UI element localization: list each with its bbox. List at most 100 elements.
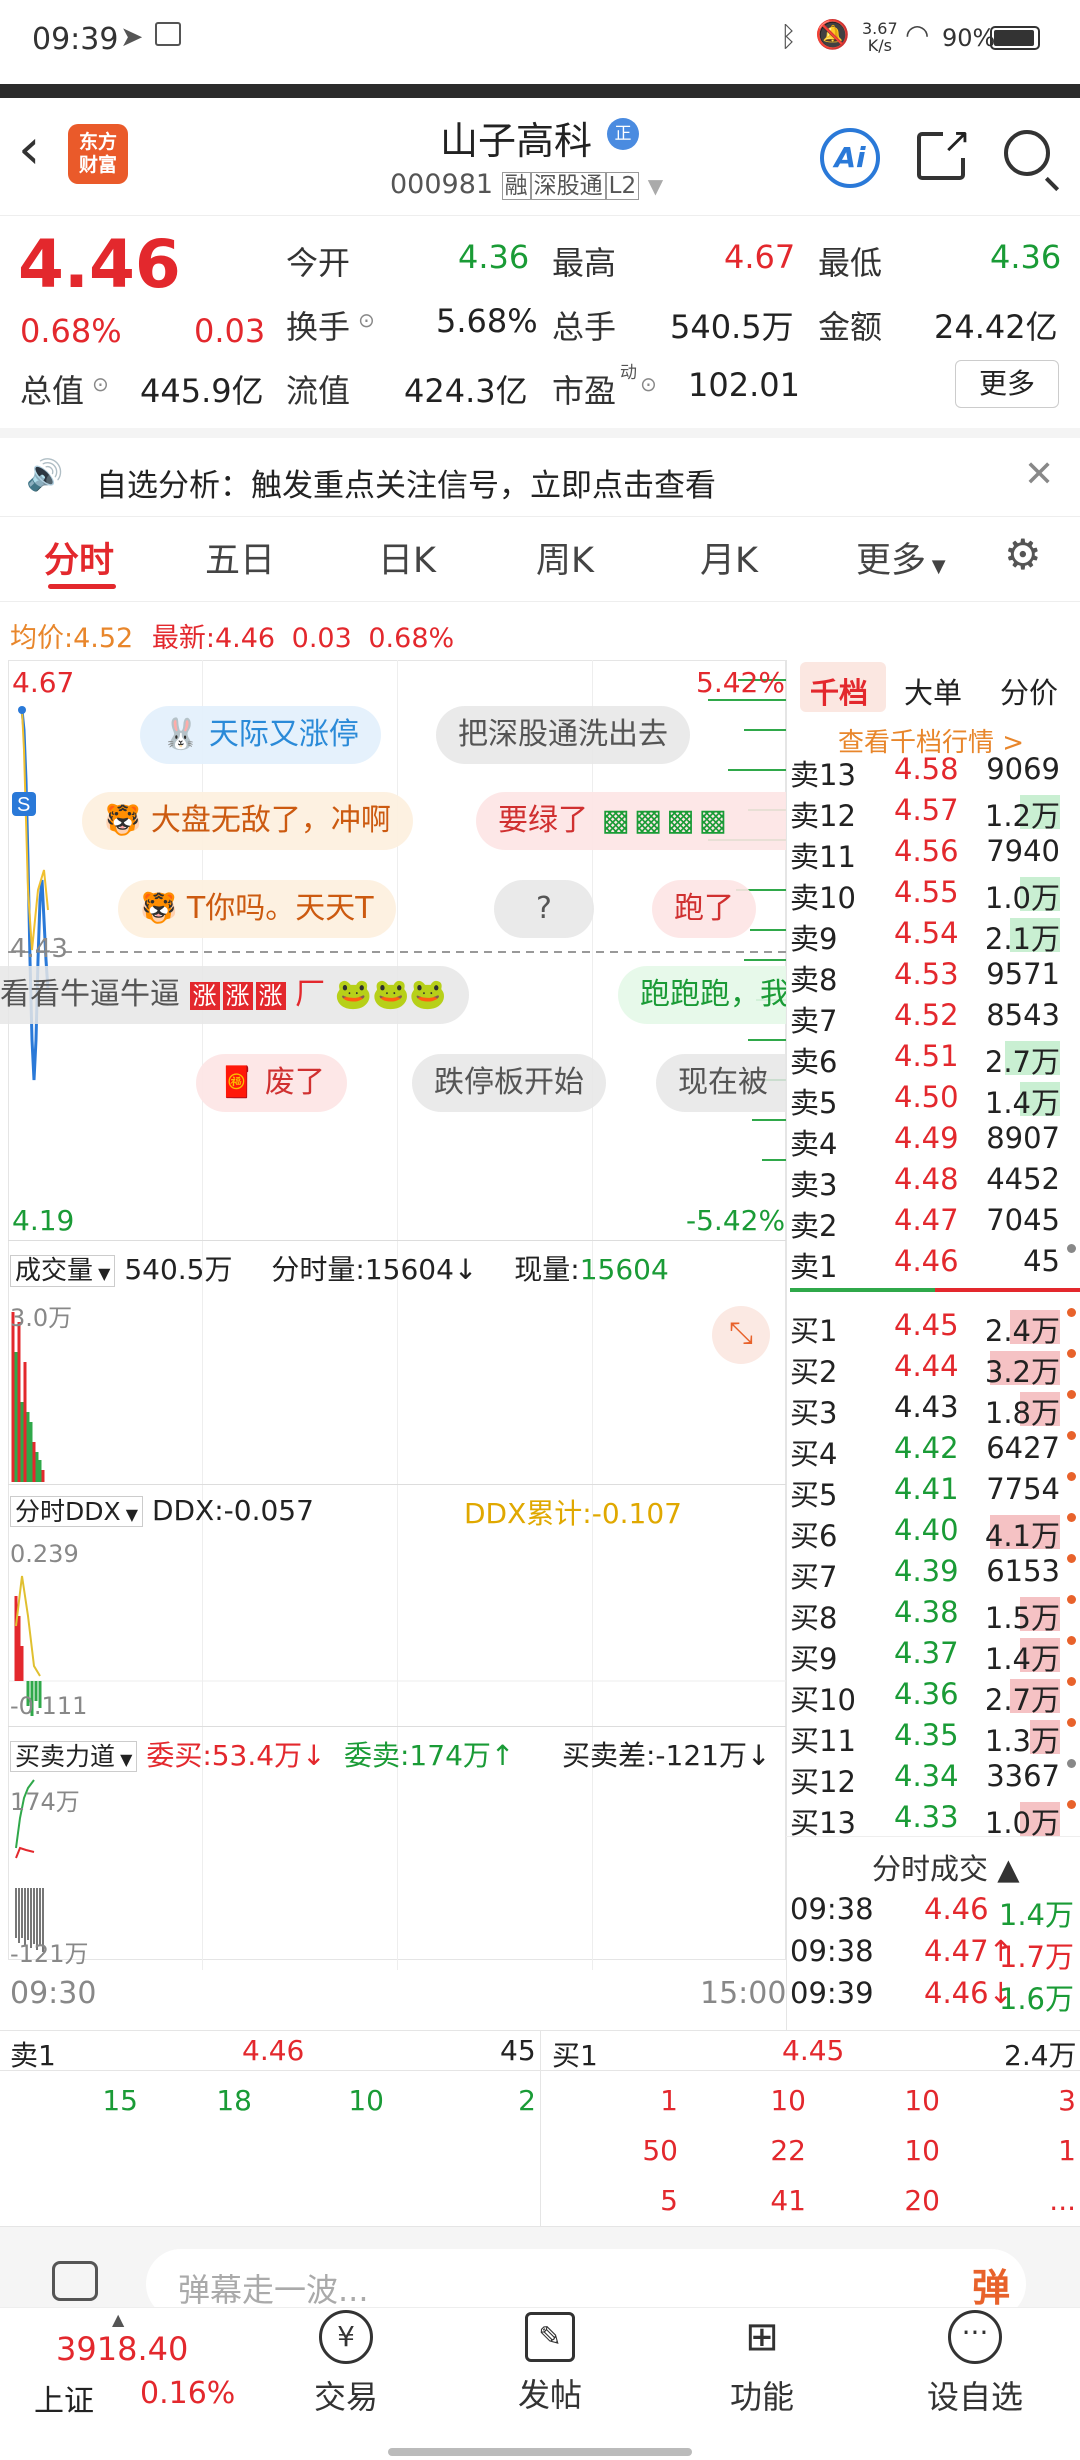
ask-row[interactable]: 卖4 4.49 8907 <box>790 1119 1080 1161</box>
danmaku-button[interactable]: 弹 <box>972 2257 1010 2312</box>
info-icon[interactable]: ⊙ <box>358 308 375 332</box>
info-icon[interactable]: ⊙ <box>92 372 109 396</box>
ask-row[interactable]: 卖6 4.51 2.7万 <box>790 1037 1080 1079</box>
volume-chart[interactable] <box>8 1292 786 1482</box>
ddx-chart[interactable] <box>8 1536 786 1726</box>
danmaku-toggle-icon[interactable] <box>52 2261 98 2301</box>
nav-post[interactable]: ✎ 发帖 <box>500 2310 600 2416</box>
dropdown-icon: ▼ <box>647 174 664 198</box>
danmaku-bubble[interactable]: 现在被 <box>656 1054 786 1112</box>
tab-indicator <box>48 584 116 589</box>
close-icon[interactable]: ✕ <box>1024 454 1054 495</box>
danmaku-bubble[interactable]: ? <box>494 880 594 938</box>
bid-row[interactable]: 买5 4.41 7754 <box>790 1470 1080 1512</box>
expand-icon[interactable]: ⤡ <box>712 1306 770 1364</box>
danmaku-bubble[interactable]: 要绿了 ▩▩▩▩ <box>476 792 786 850</box>
queue-order: 50 <box>642 2134 678 2167</box>
danmaku-bubble[interactable]: 跑跑跑，我 <box>618 966 786 1024</box>
ask-row[interactable]: 卖3 4.48 4452 <box>790 1160 1080 1202</box>
bid-row[interactable]: 买12 4.34 3367 <box>790 1757 1080 1799</box>
danmaku-bubble[interactable]: 跌停板开始 <box>412 1054 606 1112</box>
danmaku-bubble[interactable]: 看看牛逼牛逼 涨涨涨 厂 🐸🐸🐸 <box>0 966 469 1024</box>
index-name[interactable]: 上证 <box>34 2376 94 2420</box>
trade-time: 09:38 <box>790 1892 874 1926</box>
ddx-axis-top: 0.239 <box>10 1540 79 1568</box>
bid-row[interactable]: 买11 4.35 1.3万 <box>790 1716 1080 1758</box>
ask-price: 4.49 <box>894 1121 959 1155</box>
status-dot <box>1067 1595 1076 1604</box>
danmaku-bubble[interactable]: 把深股通洗出去 <box>436 706 690 764</box>
bid-row[interactable]: 买8 4.38 1.5万 <box>790 1593 1080 1635</box>
ask-row[interactable]: 卖8 4.53 9571 <box>790 955 1080 997</box>
price-info-line: 均价:4.52 最新:4.46 0.03 0.68% <box>10 623 455 654</box>
high-value: 4.67 <box>724 238 796 276</box>
info-icon[interactable]: ⊙ <box>640 372 657 396</box>
ddx-selector[interactable]: 分时DDX ▼ <box>10 1496 144 1527</box>
bid-volume: 6153 <box>986 1554 1060 1588</box>
ask-row[interactable]: 卖7 4.52 8543 <box>790 996 1080 1038</box>
ask-row[interactable]: 卖13 4.58 9069 <box>790 750 1080 792</box>
notice-bar[interactable]: 🔊 自选分析：触发重点关注信号，立即点击查看 ✕ <box>0 428 1080 516</box>
caret-up-icon: ▲ <box>112 2310 125 2329</box>
force-chart[interactable] <box>8 1778 786 1968</box>
ask-volume: 1.0万 <box>984 881 1060 915</box>
ask-row[interactable]: 卖10 4.55 1.0万 <box>790 873 1080 915</box>
danmaku-bubble[interactable]: 🐯 大盘无敌了，冲啊 <box>82 792 413 850</box>
more-button[interactable]: 更多 <box>955 360 1059 408</box>
nav-watchlist[interactable]: ··· 设自选 <box>920 2310 1030 2418</box>
tab-level-book[interactable]: 千档 <box>810 670 868 712</box>
bid-row[interactable]: 买7 4.39 6153 <box>790 1552 1080 1594</box>
ask-row[interactable]: 卖1 4.46 45 <box>790 1242 1080 1284</box>
search-icon[interactable] <box>1004 130 1060 192</box>
danmaku-bubble[interactable]: 跑了 <box>652 880 756 938</box>
bid-price: 4.44 <box>894 1349 959 1383</box>
settings-icon[interactable]: ⚙ <box>1004 530 1042 579</box>
volume-selector[interactable]: 成交量 ▼ <box>10 1255 116 1287</box>
ai-button[interactable]: Ai <box>820 128 880 188</box>
tab-more[interactable]: 更多 ▼ <box>856 532 946 583</box>
tab-price-dist[interactable]: 分价 <box>1000 670 1058 712</box>
ask-row[interactable]: 卖12 4.57 1.2万 <box>790 791 1080 833</box>
bid-row[interactable]: 买2 4.44 3.2万 <box>790 1347 1080 1389</box>
ask-price: 4.57 <box>894 793 959 827</box>
danmaku-bubble[interactable]: 🐯 T你吗。天天T <box>118 880 396 938</box>
tab-weekly-k[interactable]: 周K <box>536 532 594 583</box>
tab-daily-k[interactable]: 日K <box>378 532 436 583</box>
stock-code-line[interactable]: 000981 融深股通 L2 ▼ <box>390 166 663 200</box>
status-dot <box>1067 1472 1076 1481</box>
bid-price: 4.42 <box>894 1431 959 1465</box>
bid-row[interactable]: 买6 4.40 4.1万 <box>790 1511 1080 1553</box>
nav-function[interactable]: ⊞ 功能 <box>712 2310 812 2418</box>
yen-icon: ¥ <box>319 2310 373 2364</box>
index-value[interactable]: 3918.40 <box>56 2330 188 2368</box>
bid-volume: 1.4万 <box>984 1642 1060 1676</box>
bid-row[interactable]: 买10 4.36 2.7万 <box>790 1675 1080 1717</box>
tab-intraday[interactable]: 分时 <box>44 532 114 583</box>
share-icon[interactable]: ↗ <box>917 124 971 180</box>
svg-text:S: S <box>17 794 30 816</box>
bid-row[interactable]: 买4 4.42 6427 <box>790 1429 1080 1471</box>
bid-row[interactable]: 买3 4.43 1.8万 <box>790 1388 1080 1430</box>
home-indicator[interactable] <box>388 2448 692 2456</box>
bid-row[interactable]: 买1 4.45 2.4万 <box>790 1306 1080 1348</box>
ask-volume: 4452 <box>986 1162 1060 1196</box>
bid-row[interactable]: 买9 4.37 1.4万 <box>790 1634 1080 1676</box>
ask-row[interactable]: 卖9 4.54 2.1万 <box>790 914 1080 956</box>
force-selector[interactable]: 买卖力道 ▼ <box>10 1741 138 1772</box>
queue-buy-price: 4.45 <box>782 2034 845 2067</box>
tab-monthly-k[interactable]: 月K <box>700 532 758 583</box>
back-button[interactable]: ‹ <box>18 120 40 180</box>
trades-label[interactable]: 分时成交 ▲ <box>872 1846 1020 1888</box>
ask-row[interactable]: 卖11 4.56 7940 <box>790 832 1080 874</box>
ask-row[interactable]: 卖5 4.50 1.4万 <box>790 1078 1080 1120</box>
index-pct[interactable]: 0.16% <box>140 2376 235 2411</box>
float-value: 424.3亿 <box>404 372 528 410</box>
tab-big-orders[interactable]: 大单 <box>904 670 962 712</box>
bid-row[interactable]: 买13 4.33 1.0万 <box>790 1798 1080 1840</box>
ask-row[interactable]: 卖2 4.47 7045 <box>790 1201 1080 1243</box>
comment-placeholder: 弹幕走一波... <box>178 2271 369 2309</box>
tab-five-day[interactable]: 五日 <box>205 532 275 583</box>
nav-trade[interactable]: ¥ 交易 <box>296 2310 396 2418</box>
danmaku-bubble[interactable]: 🐰 天际又涨停 <box>140 706 381 764</box>
danmaku-bubble[interactable]: 🧧 废了 <box>196 1054 347 1112</box>
